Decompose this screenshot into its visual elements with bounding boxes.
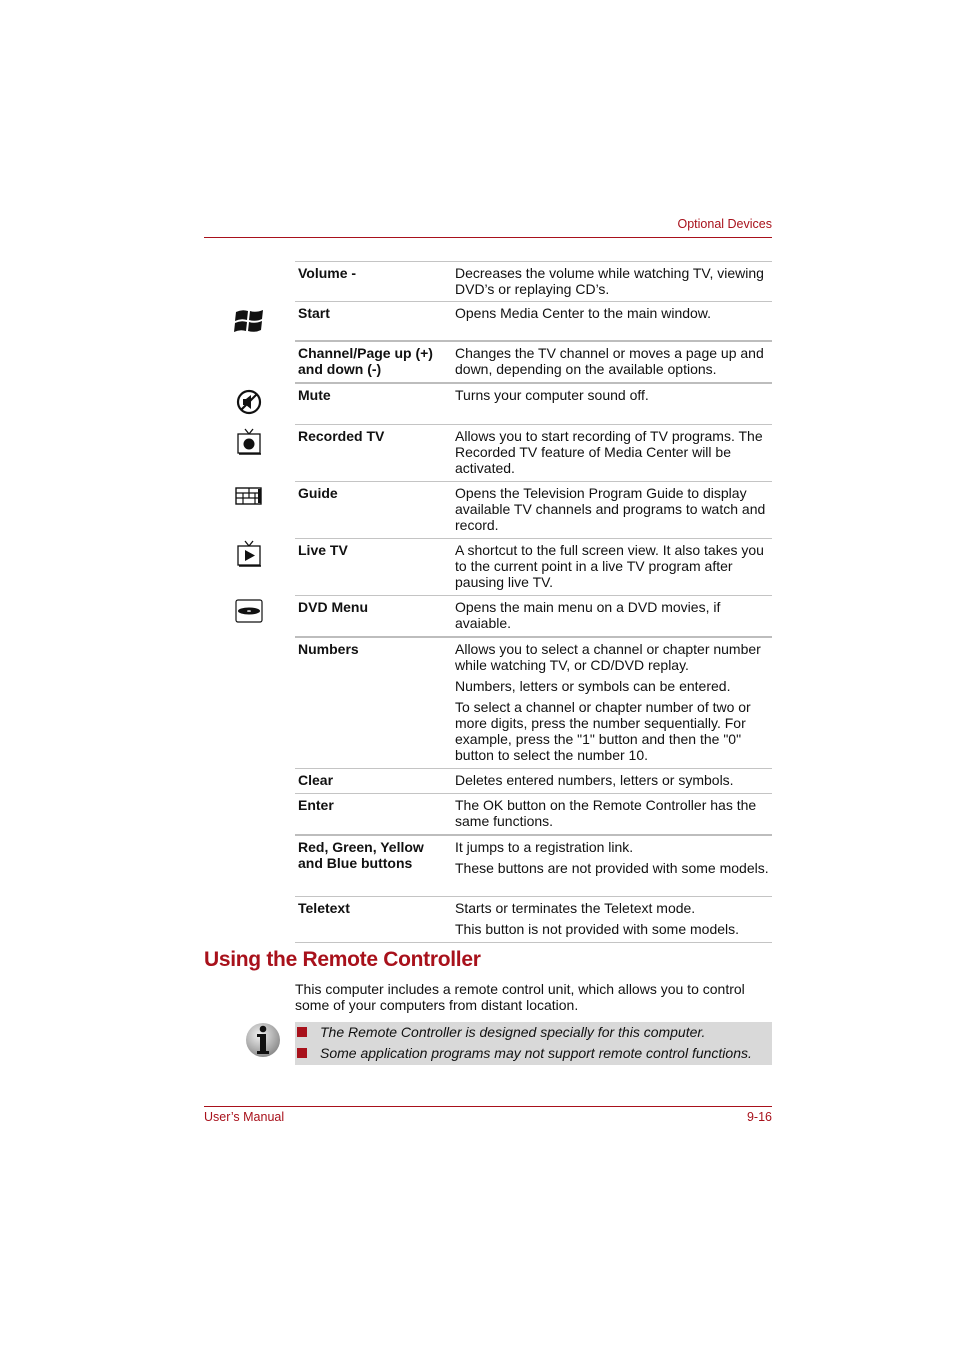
button-description: Allows you to start recording of TV prog… (452, 425, 772, 482)
button-description: It jumps to a registration link. These bu… (452, 835, 772, 897)
button-name: Volume - (298, 265, 357, 281)
description-paragraph: A shortcut to the full screen view. It a… (455, 542, 764, 590)
header-rule (204, 237, 772, 238)
footer-title: User’s Manual (204, 1110, 285, 1124)
description-paragraph: Allows you to start recording of TV prog… (455, 428, 763, 476)
button-description: A shortcut to the full screen view. It a… (452, 539, 772, 596)
button-description: Decreases the volume while watching TV, … (452, 262, 772, 302)
button-name: Guide (298, 485, 338, 501)
button-description: Starts or terminates the Teletext mode. T… (452, 897, 772, 943)
button-name: Enter (298, 797, 334, 813)
table-row: Red, Green, Yellow and Blue buttons It ju… (295, 835, 772, 897)
mute-icon (236, 389, 262, 415)
description-paragraph: These buttons are not provided with some… (455, 860, 769, 876)
description-paragraph: To select a channel or chapter number of… (455, 699, 751, 763)
table-row: Teletext Starts or terminates the Teletex… (295, 896, 772, 943)
table-row: Mute Turns your computer sound off. (295, 383, 772, 425)
button-name: Numbers (298, 641, 359, 657)
button-description: Opens the Television Program Guide to di… (452, 482, 772, 539)
description-paragraph: Decreases the volume while watching TV, … (455, 265, 764, 297)
table-row: Channel/Page up (+) and down (-) Changes … (295, 341, 772, 383)
table-row: Guide Opens the Television Program Guide … (295, 481, 772, 539)
button-name: DVD Menu (298, 599, 368, 615)
description-paragraph: Allows you to select a channel or chapte… (455, 641, 761, 673)
table-row: Enter The OK button on the Remote Control… (295, 793, 772, 836)
running-header: Optional Devices (677, 217, 773, 231)
description-paragraph: This button is not provided with some mo… (455, 921, 740, 937)
table-row: Clear Deletes entered numbers, letters or… (295, 768, 772, 794)
description-paragraph: Opens Media Center to the main window. (455, 305, 712, 321)
remote-buttons-table: Volume - Decreases the volume while watch… (295, 261, 772, 943)
button-description: Changes the TV channel or moves a page u… (452, 341, 772, 383)
button-description: The OK button on the Remote Controller h… (452, 794, 772, 836)
button-description: Opens Media Center to the main window. (452, 302, 772, 342)
dvd-menu-icon (235, 599, 263, 623)
page-number: 9-16 (746, 1110, 772, 1124)
table-row: Live TV A shortcut to the full screen vie… (295, 538, 772, 596)
description-paragraph: Opens the Television Program Guide to di… (455, 485, 766, 533)
section-heading: Using the Remote Controller (204, 948, 481, 971)
footer-rule (204, 1106, 772, 1107)
info-icon (246, 1023, 280, 1057)
button-description: Deletes entered numbers, letters or symb… (452, 769, 772, 794)
live-tv-icon (237, 540, 261, 567)
button-name: Live TV (298, 542, 348, 558)
table-row: DVD Menu Opens the main menu on a DVD mov… (295, 595, 772, 638)
note-box: The Remote Controller is designed specia… (295, 1022, 772, 1065)
table-row: Recorded TV Allows you to start recording… (295, 424, 772, 482)
description-paragraph: Opens the main menu on a DVD movies, if … (455, 599, 721, 631)
description-paragraph: The OK button on the Remote Controller h… (455, 797, 757, 829)
button-name: Start (298, 305, 330, 321)
button-name: Teletext (298, 900, 350, 916)
recorded-tv-icon (237, 428, 261, 455)
intro-paragraph: This computer includes a remote control … (295, 981, 745, 1013)
description-paragraph: Starts or terminates the Teletext mode. (455, 900, 696, 916)
button-description: Opens the main menu on a DVD movies, if … (452, 596, 772, 638)
button-name: Channel/Page up (+) and down (-) (298, 345, 433, 377)
description-paragraph: Changes the TV channel or moves a page u… (455, 345, 764, 377)
table-row: Volume - Decreases the volume while watch… (295, 261, 772, 302)
bullet-square-icon (297, 1048, 307, 1058)
bullet-square-icon (297, 1027, 307, 1037)
button-name: Clear (298, 772, 334, 788)
button-name: Recorded TV (298, 428, 385, 444)
table-row: Numbers Allows you to select a channel or… (295, 637, 772, 769)
windows-logo-icon (234, 310, 263, 332)
description-paragraph: Turns your computer sound off. (455, 387, 649, 403)
guide-icon (235, 487, 262, 505)
description-paragraph: Numbers, letters or symbols can be enter… (455, 678, 731, 694)
button-description: Turns your computer sound off. (452, 383, 772, 425)
description-paragraph: It jumps to a registration link. (455, 839, 634, 855)
description-paragraph: Deletes entered numbers, letters or symb… (455, 772, 734, 788)
button-name: Mute (298, 387, 331, 403)
button-description: Allows you to select a channel or chapte… (452, 637, 772, 769)
button-name: Red, Green, Yellow and Blue buttons (298, 839, 424, 871)
table-row: Start Opens Media Center to the main wind… (295, 301, 772, 342)
